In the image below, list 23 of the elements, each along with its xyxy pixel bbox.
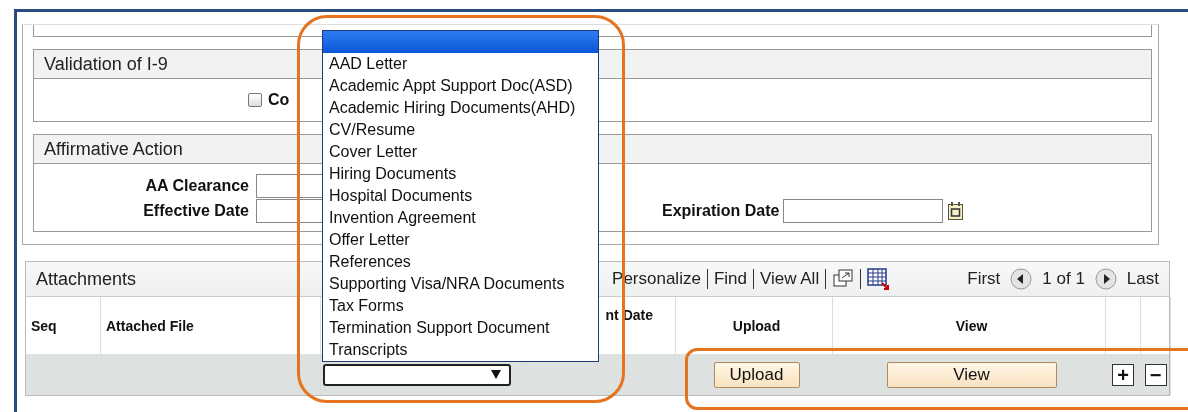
- popout-icon[interactable]: [832, 268, 855, 290]
- caret-icon: [491, 370, 501, 379]
- field-label: Expiration Date: [662, 202, 780, 220]
- checkbox[interactable]: [248, 93, 262, 107]
- last-link[interactable]: Last: [1126, 269, 1159, 289]
- toolbar-link[interactable]: View All: [759, 269, 820, 289]
- next-icon[interactable]: [1094, 268, 1117, 290]
- field-label: Effective Date: [142, 202, 249, 220]
- first-link[interactable]: First: [967, 269, 1001, 289]
- page-range: 1 of 1: [1042, 269, 1085, 289]
- toolbar-link[interactable]: Find: [713, 269, 747, 289]
- calendar-icon[interactable]: [947, 201, 966, 221]
- upload-button[interactable]: Upload: [713, 361, 800, 388]
- previous-icon[interactable]: [1010, 268, 1033, 290]
- grid-title: Attachments: [36, 268, 137, 290]
- checkbox-label: Co: [268, 91, 290, 109]
- date-field[interactable]: [783, 199, 944, 223]
- grid-download-icon[interactable]: [867, 268, 890, 290]
- view-button[interactable]: View: [886, 361, 1057, 388]
- field-label: AA Clearance: [144, 177, 249, 195]
- type-select[interactable]: [323, 363, 511, 386]
- add-row-button[interactable]: +: [1112, 363, 1134, 386]
- delete-row-button[interactable]: −: [1144, 363, 1167, 386]
